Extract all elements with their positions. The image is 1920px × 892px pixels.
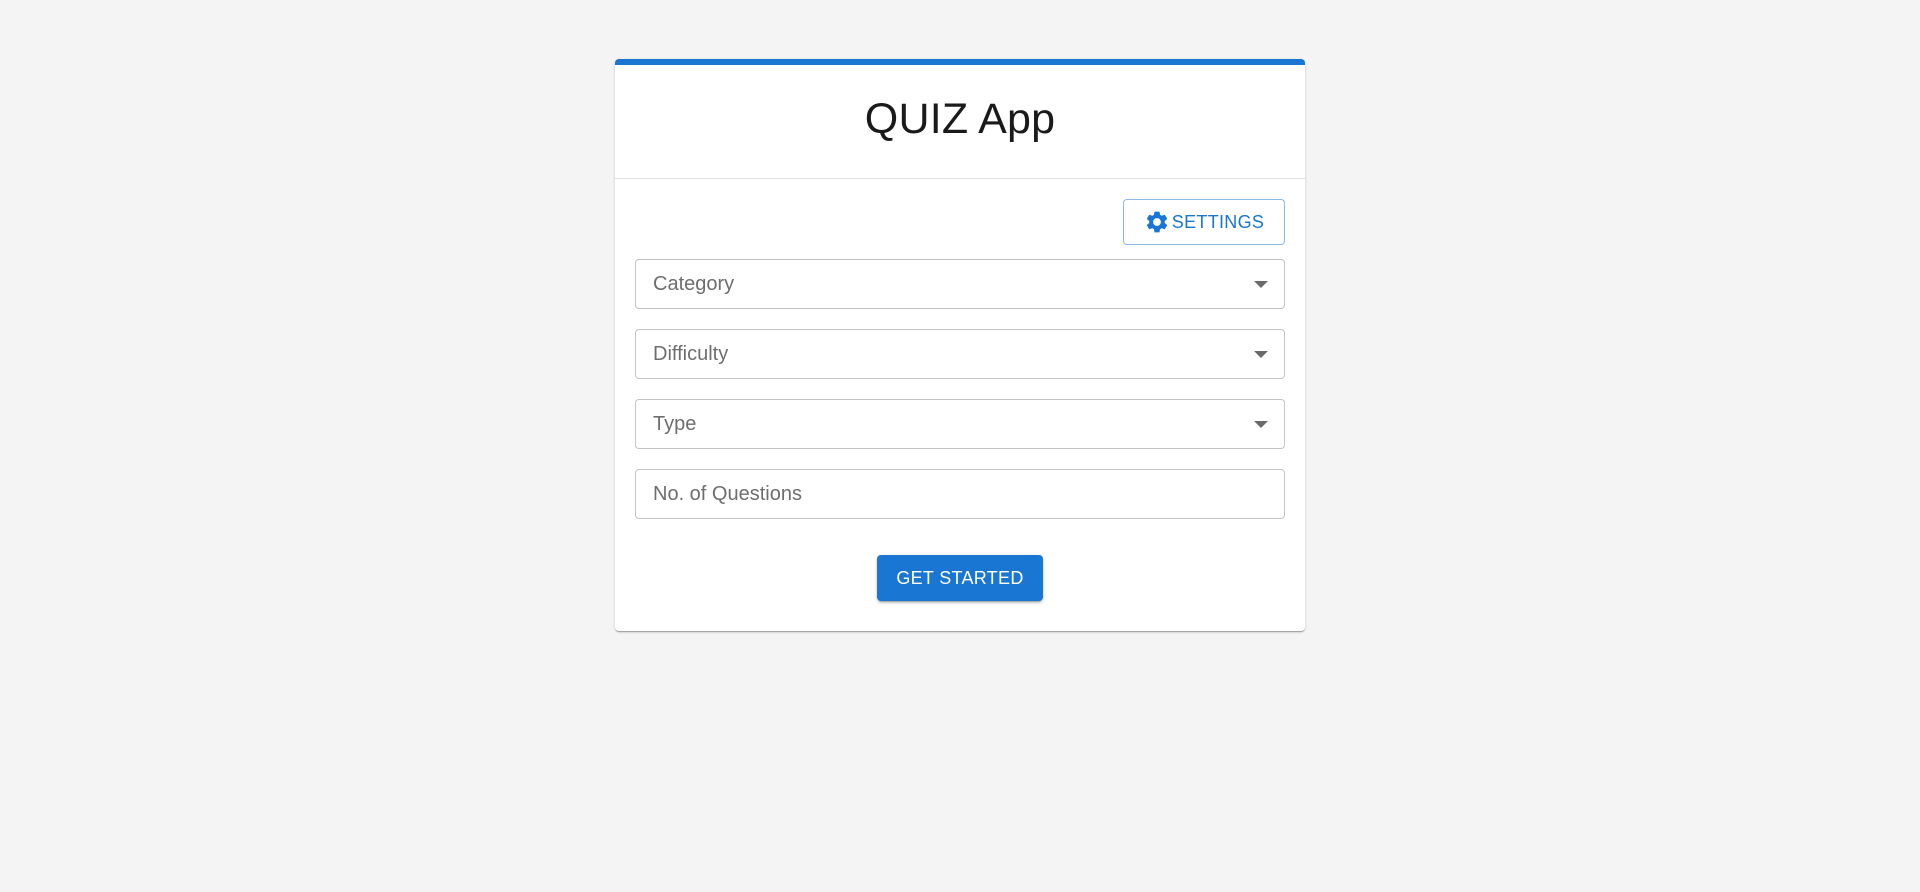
card-body: SETTINGS Category Difficulty Type GET ST… [615,179,1305,630]
type-select[interactable]: Type [635,399,1285,449]
gear-icon [1144,209,1170,235]
difficulty-select[interactable]: Difficulty [635,329,1285,379]
questions-field[interactable] [635,469,1285,519]
page-title: QUIZ App [864,95,1056,143]
questions-input[interactable] [653,482,1253,506]
arrow-drop-down-icon [1254,280,1268,288]
type-select-label: Type [653,412,697,435]
card-header: QUIZ App [615,65,1305,179]
quiz-card: QUIZ App SETTINGS Category Difficulty Ty… [615,59,1305,631]
settings-button[interactable]: SETTINGS [1123,199,1285,245]
arrow-drop-down-icon [1254,350,1268,358]
category-select[interactable]: Category [635,259,1285,309]
arrow-drop-down-icon [1254,420,1268,428]
settings-button-label: SETTINGS [1171,211,1265,232]
get-started-button[interactable]: GET STARTED [877,555,1043,601]
difficulty-select-label: Difficulty [653,342,729,365]
category-select-label: Category [653,272,735,295]
